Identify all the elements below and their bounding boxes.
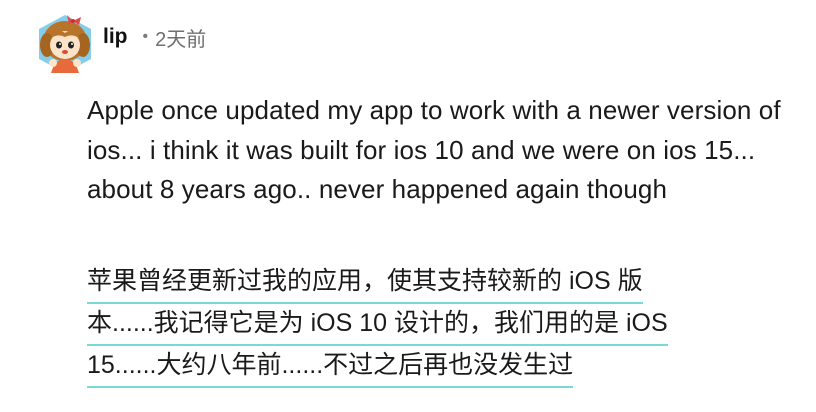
meta-separator: • — [142, 28, 149, 45]
comment-translation: 苹果曾经更新过我的应用，使其支持较新的 iOS 版 本......我记得它是为 … — [87, 262, 787, 388]
comment-timestamp: 2天前 — [155, 28, 207, 51]
author-username[interactable]: lip — [103, 25, 128, 49]
comment-card: lip • 2天前 Apple once updated my app to w… — [0, 0, 816, 412]
cartoon-girl-avatar-icon[interactable] — [33, 11, 97, 75]
translation-line: 本......我记得它是为 iOS 10 设计的，我们用的是 iOS — [87, 304, 668, 346]
comment-header: lip • 2天前 — [33, 10, 206, 76]
translation-line: 苹果曾经更新过我的应用，使其支持较新的 iOS 版 — [87, 262, 643, 304]
comment-body-text: Apple once updated my app to work with a… — [87, 95, 781, 204]
translation-line: 15......大约八年前......不过之后再也没发生过 — [87, 346, 574, 388]
